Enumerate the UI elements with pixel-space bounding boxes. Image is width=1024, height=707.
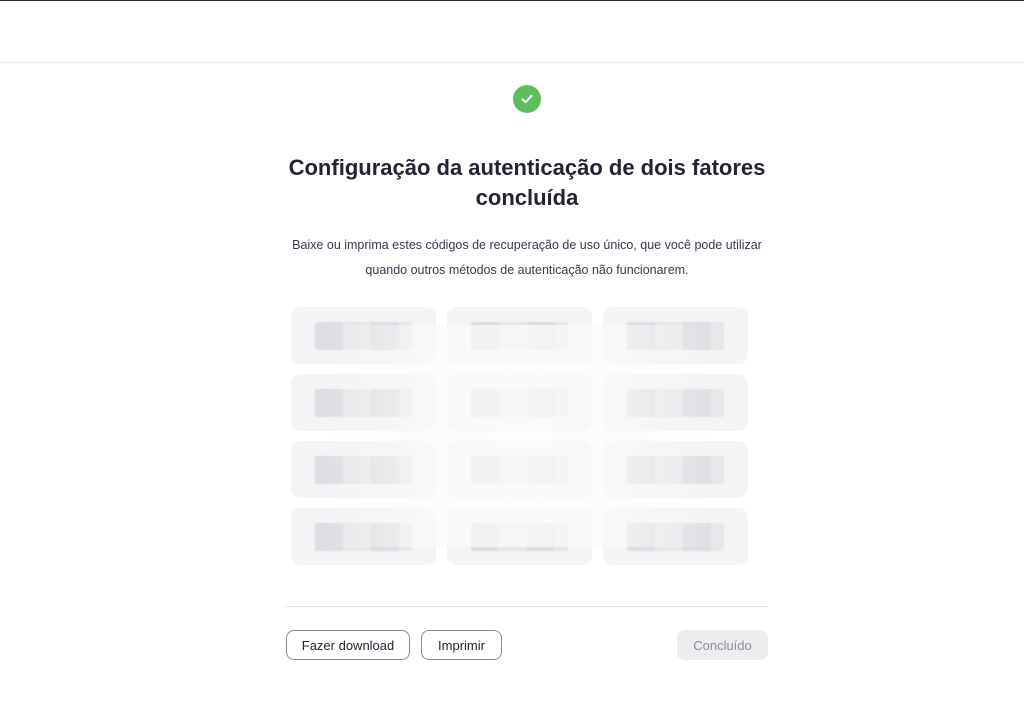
recovery-code-card [447, 307, 592, 364]
recovery-code-card [291, 508, 436, 565]
top-bar [0, 1, 1024, 63]
recovery-code-value [315, 522, 412, 551]
check-circle-icon [513, 85, 541, 113]
two-factor-setup-page: Configuração da autenticação de dois fat… [0, 0, 1024, 707]
download-button[interactable]: Fazer download [286, 630, 410, 660]
print-button[interactable]: Imprimir [421, 630, 502, 660]
recovery-code-value [315, 388, 412, 417]
recovery-code-card [447, 508, 592, 565]
recovery-codes-grid [291, 307, 748, 565]
footer-divider [285, 606, 768, 607]
recovery-code-value [315, 455, 412, 484]
recovery-code-card [291, 374, 436, 431]
recovery-code-value [627, 522, 724, 551]
recovery-code-card [603, 307, 748, 364]
recovery-code-value [471, 321, 568, 350]
recovery-code-value [471, 388, 568, 417]
page-title: Configuração da autenticação de dois fat… [288, 155, 766, 210]
check-mark-icon [521, 94, 533, 104]
recovery-code-card [603, 374, 748, 431]
page-description: Baixe ou imprima estes códigos de recupe… [292, 238, 762, 277]
recovery-code-value [471, 522, 568, 551]
recovery-code-card [447, 441, 592, 498]
recovery-code-value [627, 321, 724, 350]
recovery-code-card [291, 441, 436, 498]
done-button[interactable]: Concluído [677, 630, 768, 660]
recovery-code-card [291, 307, 436, 364]
recovery-code-card [447, 374, 592, 431]
recovery-code-value [627, 455, 724, 484]
recovery-code-card [603, 508, 748, 565]
recovery-code-value [471, 455, 568, 484]
recovery-code-value [627, 388, 724, 417]
recovery-code-card [603, 441, 748, 498]
recovery-code-value [315, 321, 412, 350]
